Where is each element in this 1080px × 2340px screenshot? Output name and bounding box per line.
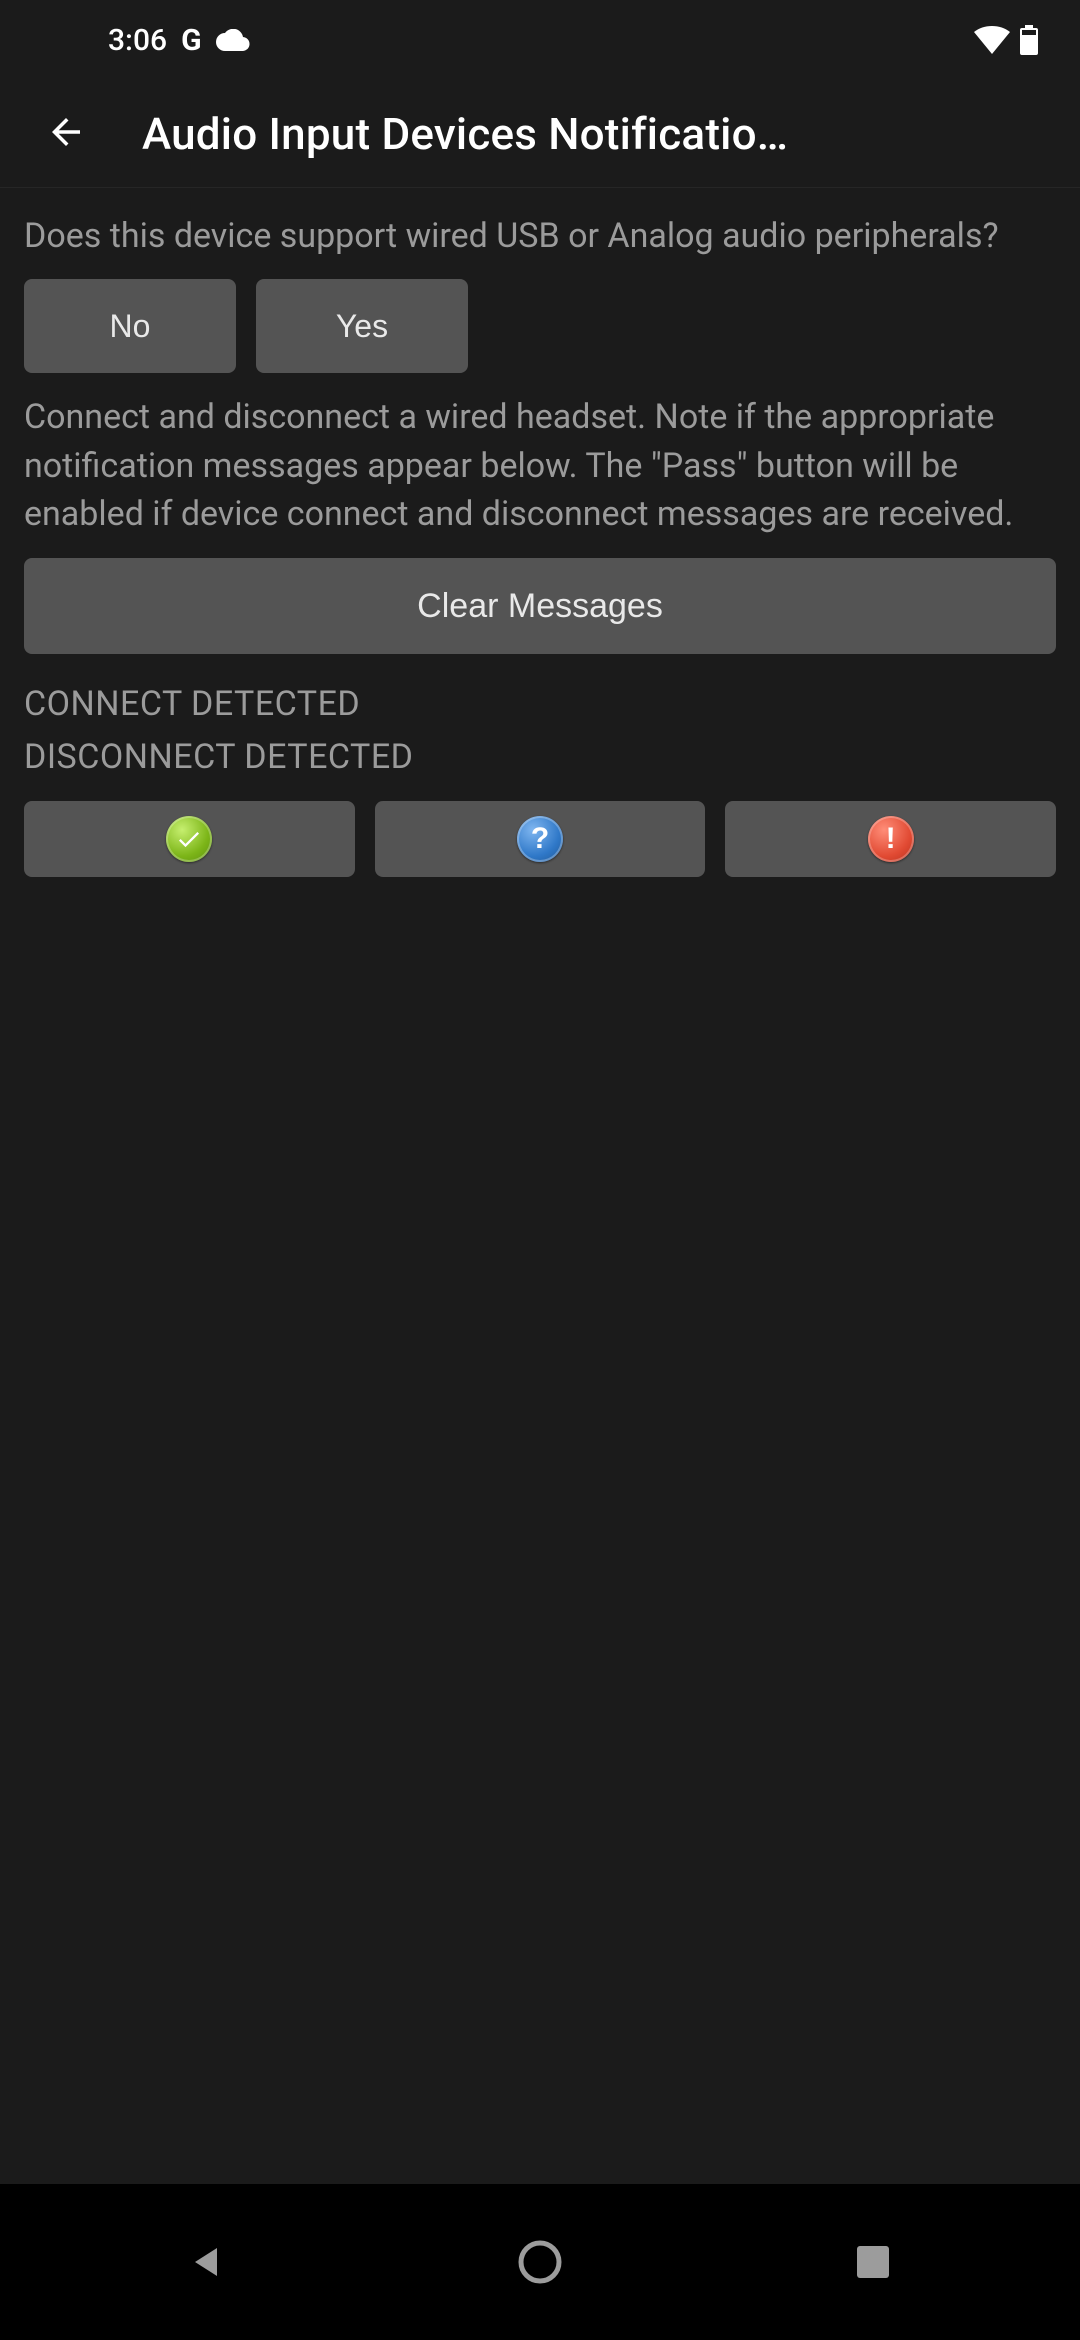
wifi-icon	[974, 26, 1010, 54]
cloud-icon	[216, 29, 250, 51]
exclamation-circle-icon	[868, 816, 914, 862]
log-line-disconnect: DISCONNECT DETECTED	[24, 731, 1056, 784]
battery-icon	[1020, 25, 1038, 55]
nav-home-button[interactable]	[465, 2187, 615, 2337]
square-icon	[855, 2244, 891, 2280]
content: Does this device support wired USB or An…	[0, 188, 1080, 877]
prompt-text: Does this device support wired USB or An…	[24, 212, 1056, 261]
circle-outline-icon	[517, 2239, 563, 2285]
result-button-row	[24, 801, 1056, 877]
google-g-icon: G	[181, 23, 201, 58]
triangle-left-icon	[187, 2242, 227, 2282]
status-bar: 3:06 G	[0, 0, 1080, 80]
nav-recents-button[interactable]	[798, 2187, 948, 2337]
fail-button[interactable]	[725, 801, 1056, 877]
check-circle-icon	[166, 816, 212, 862]
info-button[interactable]	[375, 801, 706, 877]
yes-no-row: No Yes	[24, 279, 1056, 373]
message-log: CONNECT DETECTED DISCONNECT DETECTED	[24, 678, 1056, 783]
back-button[interactable]	[30, 98, 102, 170]
instructions-text: Connect and disconnect a wired headset. …	[24, 393, 1056, 538]
yes-button[interactable]: Yes	[256, 279, 468, 373]
page-title: Audio Input Devices Notificatio…	[142, 108, 1050, 160]
no-button[interactable]: No	[24, 279, 236, 373]
action-bar: Audio Input Devices Notificatio…	[0, 80, 1080, 188]
screen: 3:06 G Audio Input Devices Notificatio… …	[0, 0, 1080, 2340]
status-right	[974, 25, 1038, 55]
system-nav-bar	[0, 2184, 1080, 2340]
pass-button[interactable]	[24, 801, 355, 877]
status-left: 3:06 G	[108, 23, 250, 58]
log-line-connect: CONNECT DETECTED	[24, 678, 1056, 731]
nav-back-button[interactable]	[132, 2187, 282, 2337]
arrow-back-icon	[45, 111, 87, 157]
clear-messages-button[interactable]: Clear Messages	[24, 558, 1056, 654]
status-clock: 3:06	[108, 23, 167, 58]
question-circle-icon	[517, 816, 563, 862]
